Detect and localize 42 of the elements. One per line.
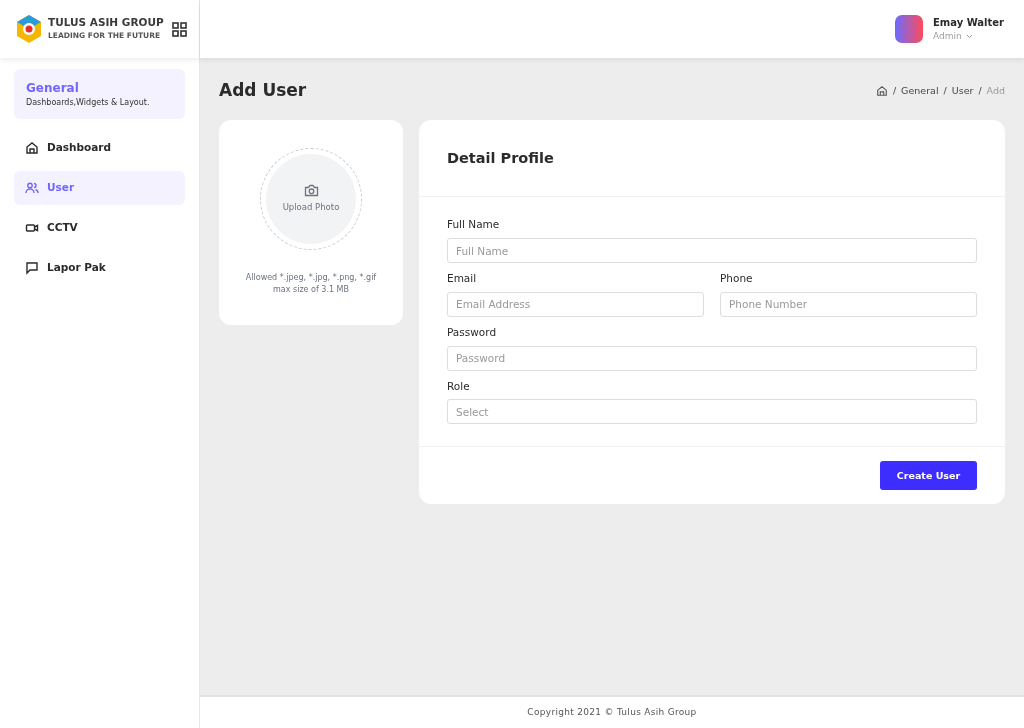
breadcrumb-link[interactable]: User — [951, 83, 974, 98]
breadcrumb-separator: / — [978, 83, 982, 98]
breadcrumb-separator: / — [892, 83, 897, 98]
breadcrumb-separator: / — [943, 83, 947, 98]
logo-icon — [16, 14, 42, 44]
field-label: Role — [447, 378, 471, 394]
grid-icon[interactable] — [172, 21, 187, 37]
upload-hint: max size of 3.1 MB — [272, 284, 350, 297]
section-title: General — [26, 80, 80, 97]
field-label: Email — [447, 271, 478, 286]
home-icon[interactable] — [875, 84, 888, 97]
chat-icon — [25, 261, 39, 275]
input-field[interactable]: Full Name — [447, 238, 977, 263]
field-label: Password — [447, 324, 498, 340]
user-role: Admin — [932, 29, 962, 43]
camera-icon — [303, 183, 319, 197]
video-camera-icon — [25, 221, 39, 235]
breadcrumb-link[interactable]: General — [901, 83, 939, 98]
home-icon — [25, 141, 39, 155]
breadcrumb-current: Add — [986, 83, 1005, 98]
input-field[interactable]: Select — [447, 399, 977, 425]
copyright-text: Copyright 2021 © Tulus Asih Group — [527, 705, 697, 719]
sidebar-item[interactable]: User — [14, 171, 185, 205]
upload-photo-area[interactable]: Upload Photo — [266, 153, 356, 244]
page-title: Add User — [219, 79, 307, 102]
user-name: Emay Walter — [932, 15, 1004, 30]
field-label: Full Name — [447, 217, 501, 233]
brand-name: TULUS ASIH GROUP — [48, 17, 165, 28]
chevron-down-icon[interactable] — [965, 34, 973, 39]
sidebar-item[interactable]: CCTV — [14, 211, 185, 245]
input-field[interactable]: Email Address — [447, 291, 704, 317]
input-field[interactable]: Phone Number — [720, 291, 977, 317]
section-subtitle: Dashboards,Widgets & Layout. — [26, 97, 151, 109]
upload-hint: Allowed *.jpeg, *.jpg, *.png, *.gif — [244, 271, 378, 284]
field-label: Phone — [720, 271, 754, 286]
avatar[interactable] — [894, 15, 923, 43]
sidebar-item[interactable]: Dashboard — [14, 131, 185, 165]
sidebar-item[interactable]: Lapor Pak — [14, 251, 185, 285]
create-user-button[interactable]: Create User — [880, 461, 977, 491]
form-title: Detail Profile — [419, 119, 1005, 198]
input-field[interactable]: Password — [447, 345, 977, 371]
users-icon — [25, 181, 39, 195]
